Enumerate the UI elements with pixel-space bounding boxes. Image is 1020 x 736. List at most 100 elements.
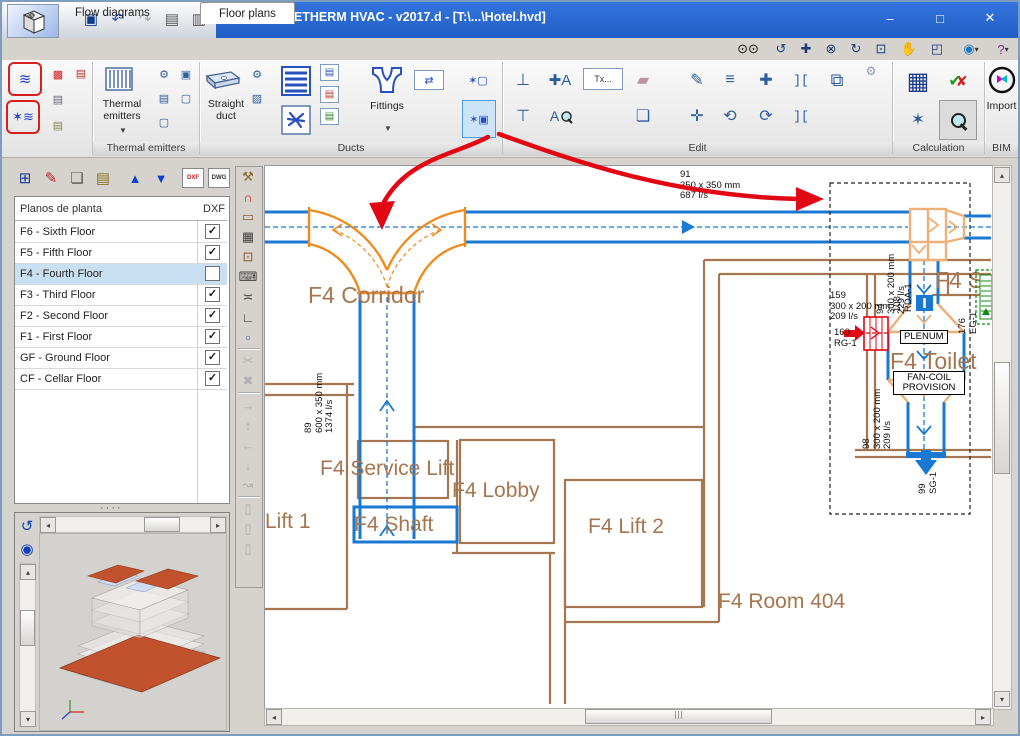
canvas-vscrollbar[interactable]: ▴ ▾ <box>992 165 1012 710</box>
emitter-box-icon[interactable]: ▢ <box>155 113 173 131</box>
extrude-down-icon[interactable]: ▯ <box>236 539 260 559</box>
edit-plan-icon[interactable]: ✎ <box>40 167 62 189</box>
radiator-icon[interactable] <box>101 64 137 96</box>
calc-wizard-icon[interactable]: ✶ <box>901 104 935 136</box>
zoom-extents-icon[interactable]: ✚ <box>795 39 817 59</box>
scroll-up-icon[interactable]: ▴ <box>994 167 1010 183</box>
dxf-checkbox[interactable]: ✓ <box>205 371 220 386</box>
edit-pencil-icon[interactable]: ✎ <box>683 66 711 94</box>
config-tools-icon[interactable]: ⚒ <box>236 167 260 187</box>
preview-hscroll-thumb[interactable] <box>144 517 180 532</box>
coil-settings-icon[interactable]: ▩ <box>48 64 68 84</box>
adjust-nodes-icon[interactable]: ≡ <box>715 66 745 94</box>
chevron-down-icon[interactable]: ▼ <box>384 124 392 133</box>
split-duct-icon[interactable]: ][ <box>787 66 815 94</box>
find-icon[interactable]: ⊙⊙ <box>737 39 759 59</box>
selection-box-icon[interactable]: ▫ <box>236 327 260 347</box>
duct-layer-green-icon[interactable]: ▤ <box>320 108 339 125</box>
emitter-grid-icon[interactable]: ▤ <box>155 89 173 107</box>
add-plan-icon[interactable]: ⊞ <box>14 167 36 189</box>
rotate-view-icon[interactable]: ↺ <box>17 516 37 536</box>
preview-3d-viewport[interactable] <box>39 533 227 731</box>
pan-right-icon[interactable]: → <box>236 395 260 415</box>
dxf-checkbox[interactable]: ✓ <box>205 350 220 365</box>
duct-settings-icon[interactable]: ⚙ <box>248 65 266 83</box>
snap-point-icon[interactable]: ⊡ <box>236 247 260 267</box>
grid-icon[interactable]: ▦ <box>236 227 260 247</box>
floor-row[interactable]: F2 - Second Floor✓ <box>15 305 227 327</box>
scroll-left-icon[interactable]: ◂ <box>40 517 56 533</box>
maximize-button[interactable]: □ <box>920 6 960 30</box>
hscroll-thumb[interactable] <box>585 709 772 724</box>
straight-duct-icon[interactable] <box>204 66 242 94</box>
dxf-layers-icon[interactable]: DWG <box>208 168 230 188</box>
tab-flow-diagrams[interactable]: Flow diagrams <box>57 2 168 23</box>
duct-wizard-icon[interactable]: ▨ <box>248 89 266 107</box>
layer-settings-gear-icon[interactable]: ⚙ <box>861 62 881 80</box>
move-up-icon[interactable]: ▲ <box>124 167 146 189</box>
scroll-down-icon[interactable]: ▾ <box>20 711 36 727</box>
dxf-checkbox[interactable]: ✓ <box>205 308 220 323</box>
dxf-checkbox[interactable]: ✓ <box>205 287 220 302</box>
eraser-icon[interactable]: ▰ <box>627 66 659 94</box>
zoom-window-icon[interactable]: ⊡ <box>870 39 892 59</box>
floor-row[interactable]: GF - Ground Floor✓ <box>15 347 227 369</box>
floor-row[interactable]: F3 - Third Floor✓ <box>15 284 227 306</box>
tab-floor-plans[interactable]: Floor plans <box>200 2 295 24</box>
move-text-icon[interactable]: ✚A <box>545 66 575 94</box>
trim-icon[interactable]: ✖ <box>236 371 260 391</box>
pan-icon[interactable]: ✋ <box>898 39 920 59</box>
scroll-down-icon[interactable]: ▾ <box>994 691 1010 707</box>
app-icon[interactable] <box>7 4 59 38</box>
thermal-emitters-button[interactable]: Thermal emitters <box>93 98 151 122</box>
preview-vscroll[interactable]: ▴ ▾ <box>19 563 36 727</box>
move-down-icon[interactable]: ▼ <box>150 167 172 189</box>
floor-row[interactable]: F5 - Fifth Floor✓ <box>15 242 227 264</box>
emitter-settings-icon[interactable]: ⚙ <box>155 65 173 83</box>
close-button[interactable]: ✕ <box>970 6 1010 30</box>
split-duct2-icon[interactable]: ][ <box>787 102 815 130</box>
emitter-copy-icon[interactable]: ▢ <box>177 89 195 107</box>
zoom-x2-icon[interactable]: ⊗ <box>820 39 842 59</box>
dimension-icon[interactable]: ≍ <box>236 287 260 307</box>
preview-vscroll-thumb[interactable] <box>20 610 35 646</box>
find-text-icon[interactable]: A <box>545 100 579 132</box>
coil-link-icon[interactable]: ▤ <box>48 90 68 108</box>
bim-import-icon[interactable] <box>987 64 1017 96</box>
pan-left-icon[interactable]: ← <box>236 435 260 455</box>
keyboard-entry-icon[interactable]: ⌨ <box>236 267 260 287</box>
dxf-checkbox[interactable] <box>205 266 220 281</box>
copy-between-layers-icon[interactable]: ⧉ <box>819 64 855 96</box>
vscroll-thumb[interactable] <box>994 362 1010 474</box>
floor-row-selected[interactable]: F4 - Fourth Floor <box>15 263 227 285</box>
duct-layer-blue-icon[interactable]: ▤ <box>320 64 339 81</box>
curve-tool-icon[interactable]: ↝ <box>236 475 260 495</box>
floor-row[interactable]: F6 - Sixth Floor✓ <box>15 221 227 243</box>
window-select-icon[interactable]: ◰ <box>926 39 948 59</box>
dxf-checkbox[interactable]: ✓ <box>205 224 220 239</box>
bim-import-button[interactable]: Import <box>985 100 1018 112</box>
dxf-dwg-template-icon[interactable]: DXF <box>182 168 204 188</box>
rotate-icon[interactable]: ⟳ <box>751 102 781 130</box>
help-book-icon[interactable]: ?▾ <box>992 39 1014 59</box>
scroll-up-icon[interactable]: ▴ <box>20 564 36 580</box>
extrude-mid-icon[interactable]: ▯ <box>236 519 260 539</box>
redraw-icon[interactable]: ↻ <box>845 39 867 59</box>
cut-icon[interactable]: ✂ <box>236 351 260 371</box>
object-snap-magnet-icon[interactable]: ∩ <box>236 187 260 207</box>
preview-hscroll[interactable]: ◂ ▸ <box>39 516 227 533</box>
stretch-icon[interactable]: ✛ <box>683 102 711 130</box>
wizard-elbow-icon[interactable]: ✶▢ <box>462 64 494 96</box>
fittings-icon[interactable] <box>365 63 409 97</box>
coil-wizard-icon[interactable]: ✶≋ <box>6 100 40 134</box>
drawing-canvas[interactable] <box>264 165 994 710</box>
copy-plan-icon[interactable]: ❏ <box>66 167 88 189</box>
floor-row[interactable]: CF - Cellar Floor✓ <box>15 368 227 390</box>
straight-duct-button[interactable]: Straight duct <box>200 98 252 122</box>
wizard-fitting-selected-icon[interactable]: ✶▣ <box>462 100 496 138</box>
extrude-up-icon[interactable]: ▯ <box>236 499 260 519</box>
minimize-button[interactable]: – <box>870 6 910 30</box>
visibility-eye-icon[interactable]: ◉ <box>17 539 37 559</box>
insert-node-icon[interactable]: ⊥ <box>509 66 537 94</box>
calculator-icon[interactable]: ▦ <box>901 64 935 98</box>
